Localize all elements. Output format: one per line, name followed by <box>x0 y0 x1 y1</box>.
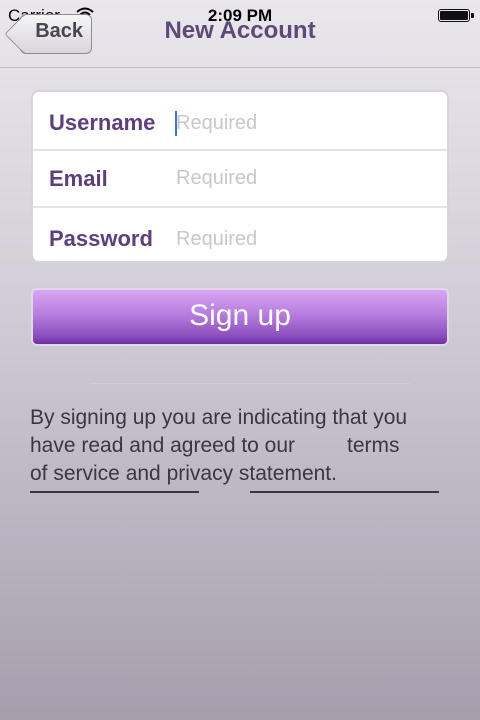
terms-line-2-text: have read and agreed to our <box>30 434 296 457</box>
terms-line-3: of service and privacy statement. <box>30 462 337 485</box>
divider <box>90 383 410 384</box>
terms-notice: By signing up you are indicating that yo… <box>30 404 460 488</box>
username-label: Username <box>49 110 156 135</box>
username-field[interactable] <box>176 112 426 135</box>
terms-line-1: By signing up you are indicating that yo… <box>30 406 408 429</box>
password-field[interactable] <box>176 228 426 251</box>
username-row: Username <box>33 92 447 149</box>
terms-line-2: have read and agreed to our terms <box>30 432 460 460</box>
email-row: Email <box>33 149 447 208</box>
terms-link-start[interactable]: terms <box>347 434 400 457</box>
privacy-statement-link[interactable] <box>250 491 439 493</box>
email-field[interactable] <box>176 167 426 190</box>
email-label: Email <box>49 166 108 191</box>
password-label: Password <box>49 226 153 251</box>
password-row: Password <box>33 206 447 265</box>
navigation-bar: Back New Account <box>0 0 480 68</box>
terms-of-service-link[interactable] <box>30 491 199 493</box>
back-button-label: Back <box>35 20 83 42</box>
signup-form: Username Email Password <box>31 90 449 263</box>
sign-up-button[interactable]: Sign up <box>31 288 449 346</box>
